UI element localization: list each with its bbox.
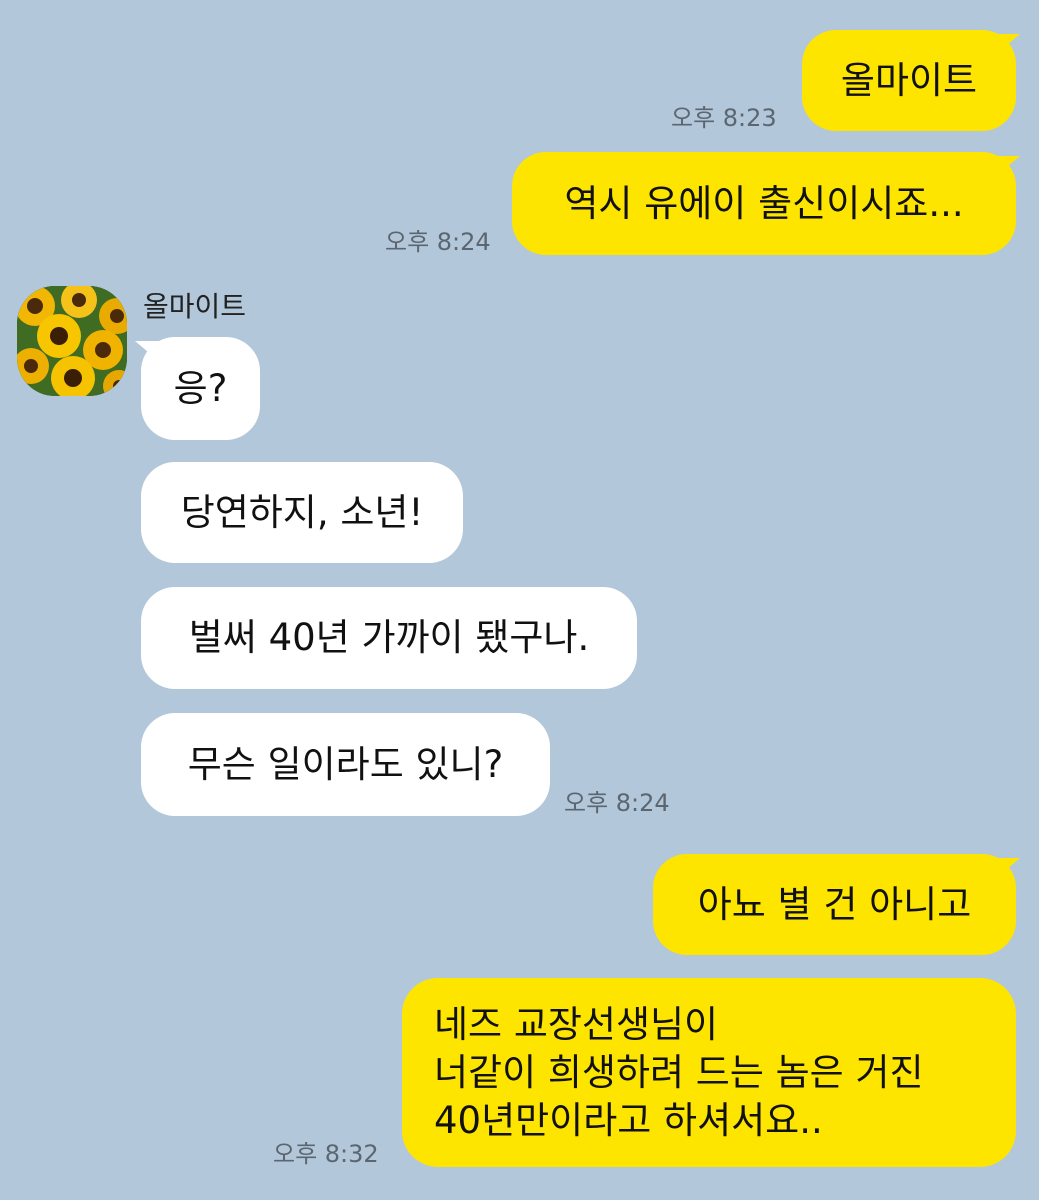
- message-bubble-sent[interactable]: 아뇨 별 건 아니고: [653, 854, 1016, 955]
- message-time: 오후 8:23: [671, 104, 777, 132]
- message-text: 역시 유에이 출신이시죠...: [564, 181, 964, 225]
- message-bubble-sent[interactable]: 역시 유에이 출신이시죠...: [512, 152, 1016, 255]
- message-text: 아뇨 별 건 아니고: [697, 882, 972, 926]
- message-text: 당연하지, 소년!: [180, 490, 424, 534]
- message-bubble-sent[interactable]: 네즈 교장선생님이 너같이 희생하려 드는 놈은 거진 40년만이라고 하셔서요…: [402, 978, 1016, 1167]
- message-bubble-sent[interactable]: 올마이트: [802, 30, 1016, 131]
- bubble-tail: [994, 858, 1020, 880]
- message-bubble-received[interactable]: 당연하지, 소년!: [141, 462, 463, 563]
- message-time: 오후 8:24: [385, 228, 491, 256]
- message-text: 응?: [173, 366, 228, 410]
- contact-name: 올마이트: [143, 290, 247, 323]
- avatar[interactable]: [17, 286, 127, 396]
- sunflower-avatar-icon: [17, 286, 127, 396]
- message-text: 네즈 교장선생님이 너같이 희생하려 드는 놈은 거진 40년만이라고 하셔서요…: [434, 1002, 924, 1142]
- bubble-tail: [994, 34, 1020, 56]
- message-text: 벌써 40년 가까이 됐구나.: [188, 616, 590, 659]
- message-bubble-received[interactable]: 벌써 40년 가까이 됐구나.: [141, 587, 637, 689]
- message-text: 올마이트: [840, 58, 978, 102]
- message-text: 무슨 일이라도 있니?: [187, 742, 504, 786]
- message-bubble-received[interactable]: 무슨 일이라도 있니?: [141, 713, 550, 816]
- bubble-tail: [994, 156, 1020, 178]
- message-time: 오후 8:32: [273, 1140, 379, 1168]
- message-time: 오후 8:24: [564, 789, 670, 817]
- bubble-tail: [135, 341, 161, 363]
- chat-area[interactable]: 올마이트 오후 8:23 역시 유에이 출신이시죠... 오후 8:24 올마이…: [0, 0, 1039, 1200]
